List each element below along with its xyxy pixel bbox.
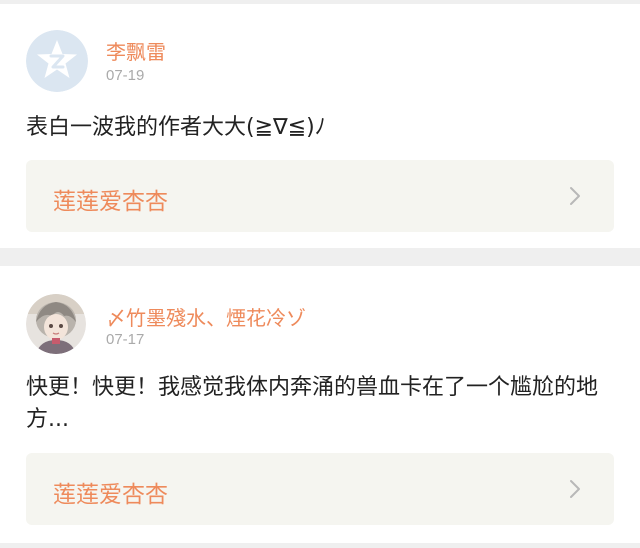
book-title: 莲莲爱杏杏	[53, 482, 168, 508]
default-qq-avatar-icon	[26, 30, 88, 92]
book-link[interactable]: 莲莲爱杏杏	[26, 453, 614, 525]
comment-card: 李飘雷 07-19 表白一波我的作者大大(≧∇≦)ﾉ 莲莲爱杏杏	[0, 4, 640, 248]
post-date: 07-17	[106, 331, 145, 348]
post-date: 07-19	[106, 67, 145, 84]
book-link[interactable]: 莲莲爱杏杏	[26, 160, 614, 232]
avatar[interactable]	[26, 30, 88, 92]
book-title: 莲莲爱杏杏	[53, 189, 168, 215]
chevron-right-icon	[570, 480, 580, 498]
comment-card: 〆竹墨殘水、煙花冷ゾ 07-17 快更！快更！我感觉我体内奔涌的兽血卡在了一个尴…	[0, 266, 640, 543]
comment-text: 快更！快更！我感觉我体内奔涌的兽血卡在了一个尴尬的地方...	[26, 375, 599, 432]
comment-text: 表白一波我的作者大大(≧∇≦)ﾉ	[26, 115, 326, 140]
username[interactable]: 〆竹墨殘水、煙花冷ゾ	[106, 302, 306, 331]
chevron-right-icon	[570, 187, 580, 205]
anime-character-avatar-icon	[26, 294, 86, 354]
avatar[interactable]	[26, 294, 86, 354]
username[interactable]: 李飘雷	[106, 36, 166, 65]
